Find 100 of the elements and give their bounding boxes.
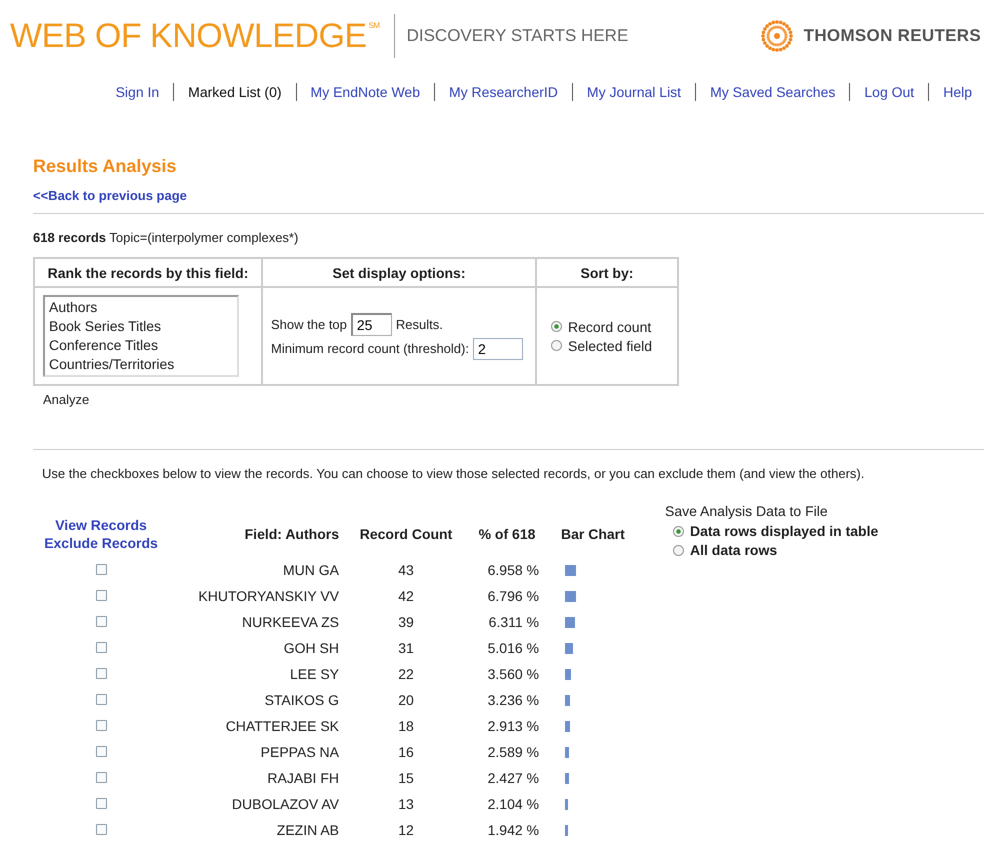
bar bbox=[565, 694, 570, 706]
column-header: Record Count bbox=[360, 526, 452, 542]
checkbox[interactable] bbox=[96, 590, 106, 601]
column-header: Rank the records by this field: bbox=[34, 258, 262, 287]
author-name: NURKEEVA ZS bbox=[242, 614, 339, 630]
percent-cell: 2.104 % bbox=[488, 796, 539, 812]
radio-label[interactable]: All data rows bbox=[690, 542, 778, 558]
author-name: RAJABI FH bbox=[267, 770, 339, 786]
brand-name: THOMSON REUTERS bbox=[804, 26, 981, 46]
record-count-cell: 22 bbox=[398, 666, 414, 682]
author-name: DUBOLAZOV AV bbox=[232, 796, 339, 812]
record-count-cell: 43 bbox=[398, 562, 414, 578]
percent-cell: 3.560 % bbox=[488, 666, 539, 682]
checkbox[interactable] bbox=[96, 746, 106, 757]
view-records-link[interactable]: View Records bbox=[55, 517, 147, 533]
checkbox[interactable] bbox=[96, 772, 106, 783]
radio-label[interactable]: Data rows displayed in table bbox=[690, 523, 878, 539]
checkbox[interactable] bbox=[96, 642, 106, 653]
query-text: Topic=(interpolymer complexes*) bbox=[109, 230, 298, 245]
record-count: 618 records bbox=[33, 230, 106, 245]
bar bbox=[565, 824, 568, 836]
exclude-records-link[interactable]: Exclude Records bbox=[44, 535, 158, 551]
record-count-cell: 12 bbox=[398, 822, 414, 838]
percent-cell: 1.942 % bbox=[488, 822, 539, 838]
author-name: LEE SY bbox=[290, 666, 339, 682]
list-option[interactable]: Book Series Titles bbox=[49, 317, 233, 336]
bar bbox=[565, 746, 570, 758]
column-header: % of 618 bbox=[478, 526, 536, 542]
nav-link[interactable]: Log Out bbox=[864, 84, 914, 100]
instructions-text: Use the checkboxes below to view the records. You can choose to view those selected records, or you can exclude them (and view the others). bbox=[42, 466, 866, 481]
checkbox[interactable] bbox=[96, 616, 106, 627]
radio-button[interactable] bbox=[673, 544, 684, 556]
author-name: GOH SH bbox=[284, 640, 339, 656]
radio-button[interactable] bbox=[551, 321, 562, 332]
record-count-cell: 31 bbox=[398, 640, 414, 656]
record-count-cell: 15 bbox=[398, 770, 414, 786]
author-name: STAIKOS G bbox=[264, 692, 339, 708]
field-label: Show the top bbox=[271, 316, 347, 332]
tagline: DISCOVERY STARTS HERE bbox=[406, 26, 628, 46]
field-label: Results. bbox=[396, 316, 443, 332]
checkbox[interactable] bbox=[96, 824, 106, 835]
record-count-cell: 13 bbox=[398, 796, 414, 812]
nav-link[interactable]: Sign In bbox=[116, 84, 160, 100]
input-field[interactable]: 25 bbox=[350, 312, 392, 336]
author-name: CHATTERJEE SK bbox=[226, 718, 339, 734]
checkbox[interactable] bbox=[96, 564, 106, 575]
percent-cell: 6.311 % bbox=[488, 614, 539, 630]
nav-link[interactable]: My Saved Searches bbox=[710, 84, 836, 100]
nav-link[interactable]: My EndNote Web bbox=[310, 84, 420, 100]
nav-link[interactable]: My Journal List bbox=[586, 84, 682, 100]
author-name: PEPPAS NA bbox=[260, 744, 339, 760]
bar bbox=[565, 642, 574, 654]
page-title: Results Analysis bbox=[33, 156, 178, 177]
bar bbox=[565, 564, 576, 576]
radio-label[interactable]: Selected field bbox=[568, 338, 652, 354]
bar bbox=[565, 720, 570, 732]
percent-cell: 2.427 % bbox=[488, 770, 539, 786]
percent-cell: 6.796 % bbox=[488, 588, 539, 604]
save-title: Save Analysis Data to File bbox=[665, 503, 829, 519]
record-count-cell: 18 bbox=[398, 718, 414, 734]
bar bbox=[565, 668, 571, 680]
checkbox[interactable] bbox=[96, 668, 106, 679]
record-count-cell: 20 bbox=[398, 692, 414, 708]
author-name: KHUTORYANSKIY VV bbox=[198, 588, 339, 604]
radio-label[interactable]: Record count bbox=[568, 318, 652, 334]
percent-cell: 5.016 % bbox=[488, 640, 539, 656]
column-header: Bar Chart bbox=[561, 526, 625, 542]
radio-button[interactable] bbox=[551, 340, 562, 351]
bar bbox=[565, 798, 568, 810]
list-option[interactable]: Authors bbox=[49, 298, 233, 317]
radio-button[interactable] bbox=[673, 526, 684, 536]
column-header: Field: Authors bbox=[244, 526, 339, 542]
column-header: Set display options: bbox=[262, 258, 536, 287]
percent-cell: 2.589 % bbox=[488, 744, 539, 760]
record-count-cell: 16 bbox=[398, 744, 414, 760]
bar bbox=[565, 590, 576, 602]
nav-link[interactable]: My ResearcherID bbox=[449, 84, 558, 100]
column-header: Sort by: bbox=[536, 258, 678, 287]
record-count-cell: 39 bbox=[398, 614, 414, 630]
bar bbox=[565, 616, 576, 628]
field-label: Minimum record count (threshold): bbox=[271, 341, 469, 356]
author-name: ZEZIN AB bbox=[276, 822, 339, 838]
author-name: MUN GA bbox=[283, 562, 339, 578]
checkbox[interactable] bbox=[96, 798, 106, 809]
percent-cell: 2.913 % bbox=[488, 718, 539, 734]
back-link[interactable]: <<Back to previous page bbox=[33, 188, 187, 203]
nav-link[interactable]: Help bbox=[943, 84, 972, 100]
nav-text[interactable]: Marked List (0) bbox=[188, 84, 282, 100]
checkbox[interactable] bbox=[96, 694, 106, 705]
record-count-cell: 42 bbox=[398, 588, 414, 604]
list-option[interactable]: Conference Titles bbox=[49, 336, 233, 355]
percent-cell: 6.958 % bbox=[488, 562, 539, 578]
field-listbox[interactable]: Authors Book Series Titles Conference Titles Countries/Territories bbox=[43, 295, 239, 377]
sunburst-logo-icon bbox=[760, 19, 794, 53]
bar bbox=[565, 772, 569, 784]
analyze-button[interactable]: Analyze bbox=[43, 392, 90, 407]
list-option[interactable]: Countries/Territories bbox=[49, 355, 233, 374]
checkbox[interactable] bbox=[96, 720, 106, 731]
input-field[interactable]: 2 bbox=[472, 338, 523, 360]
percent-cell: 3.236 % bbox=[488, 692, 539, 708]
